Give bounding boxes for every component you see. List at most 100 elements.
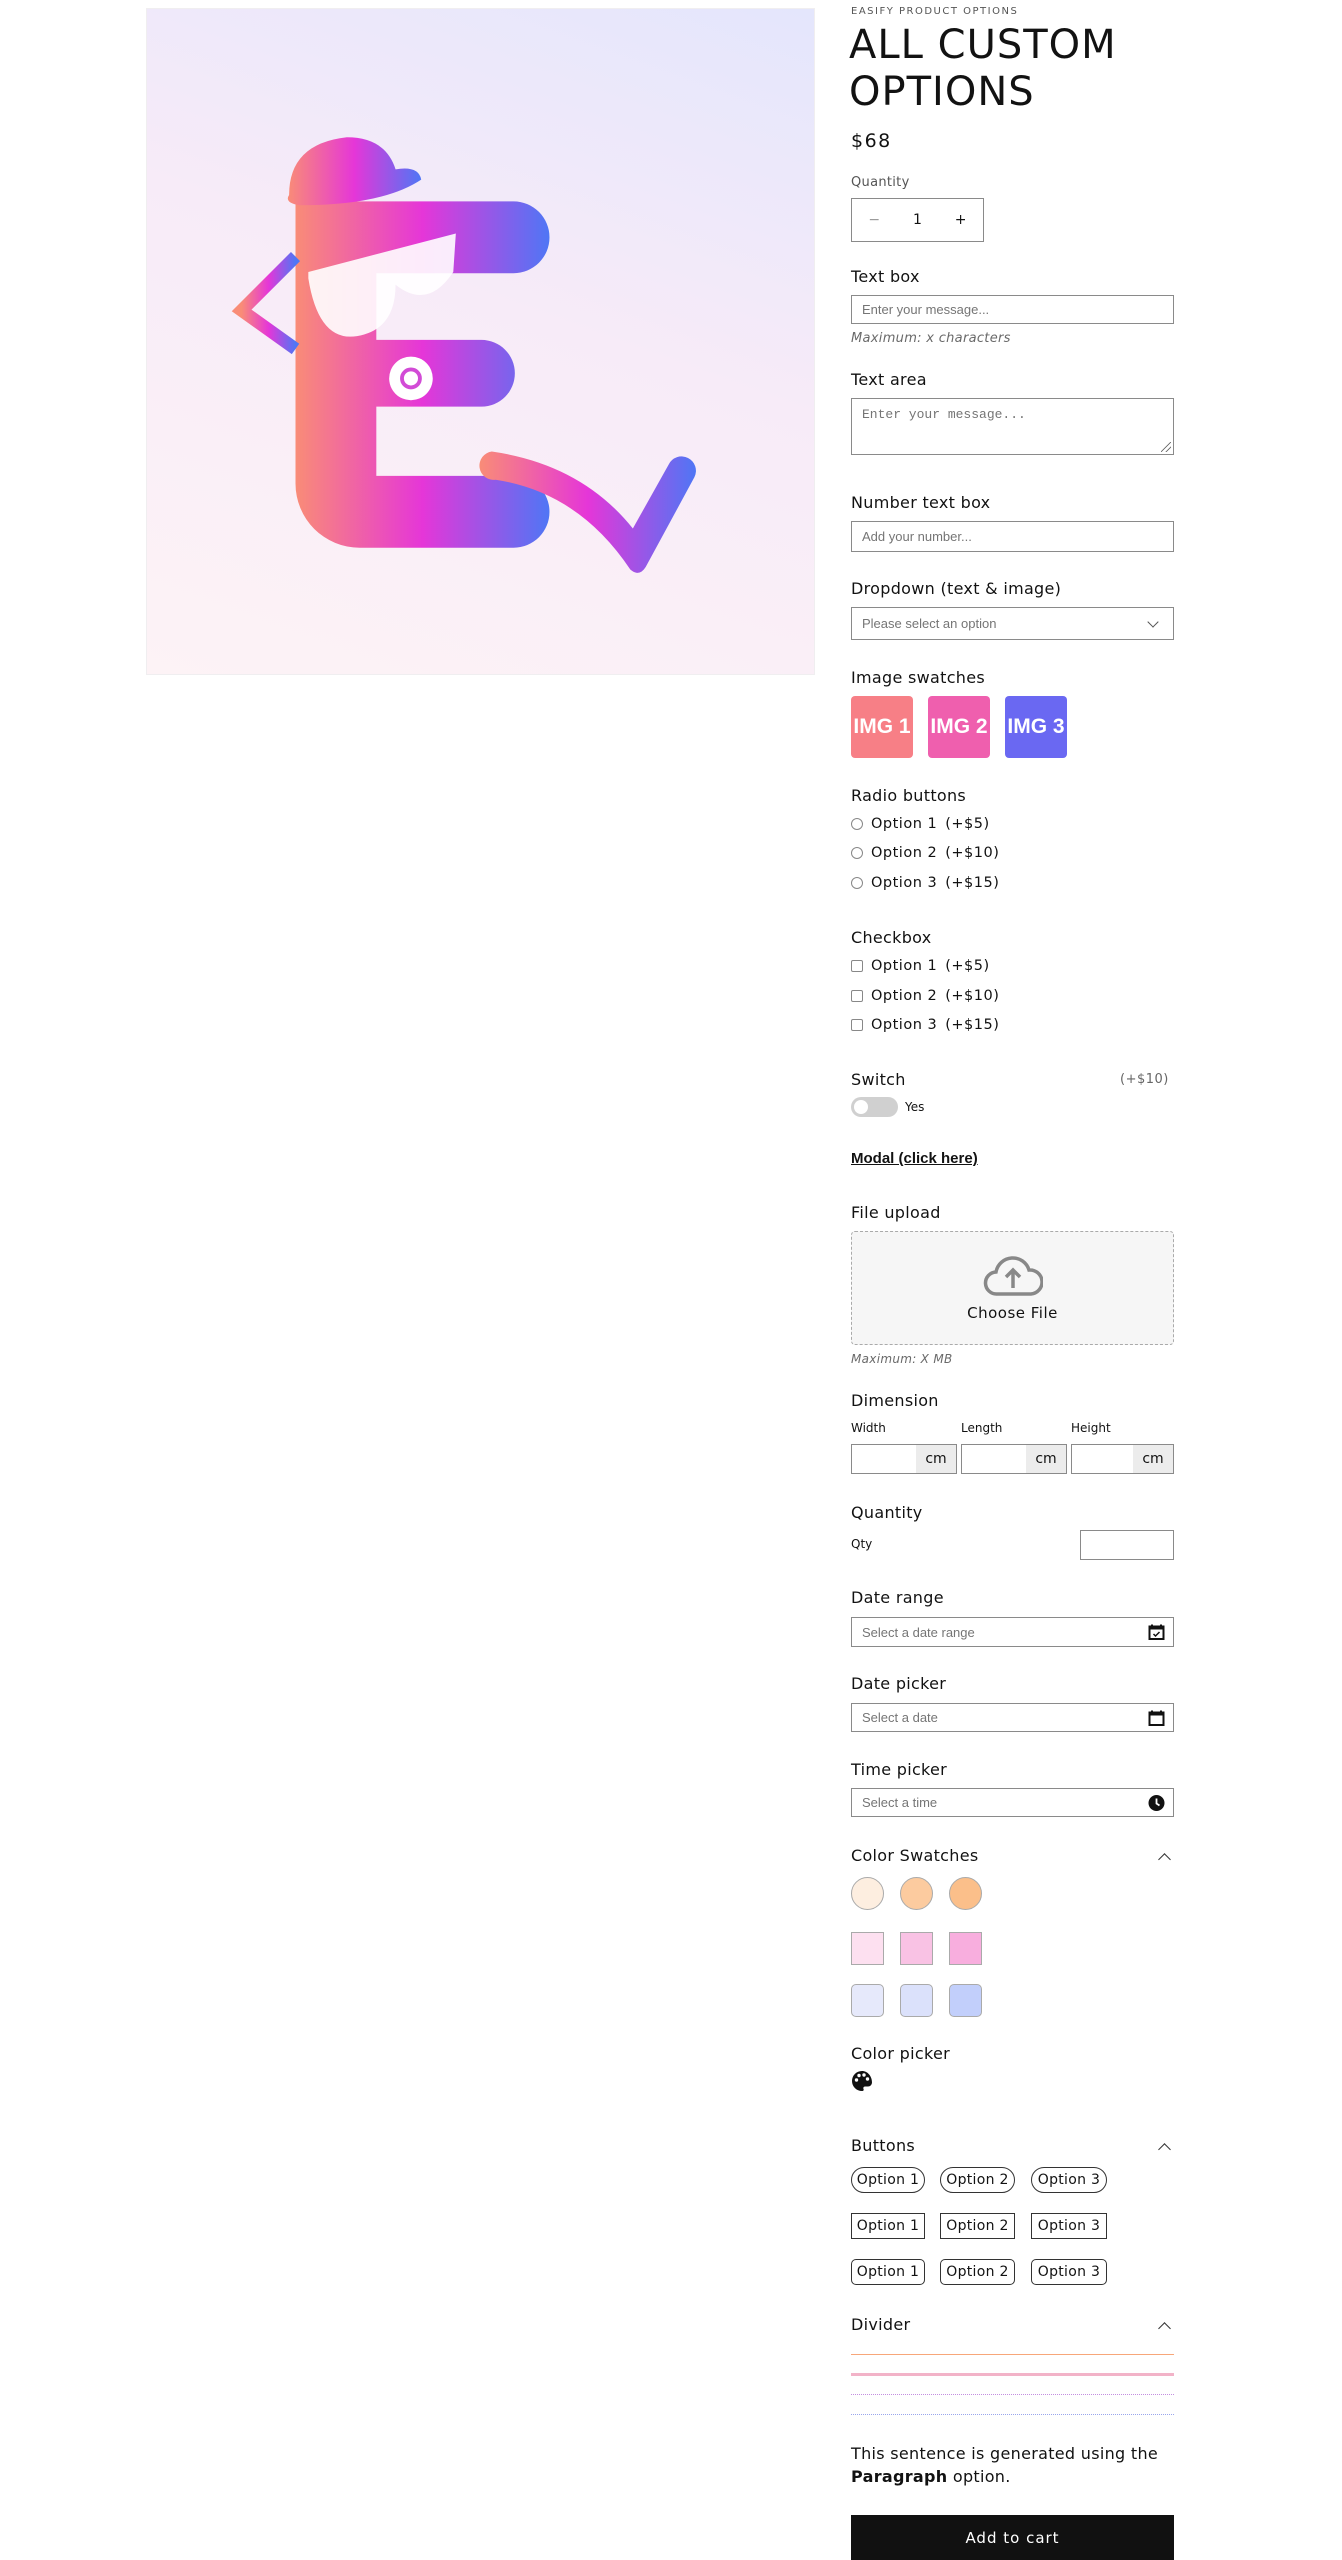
dropdown-label: Dropdown (text & image) bbox=[851, 579, 1062, 598]
product-image bbox=[146, 8, 815, 675]
checkbox-option[interactable]: Option 3 (+$15) bbox=[851, 1017, 999, 1033]
color-swatch[interactable] bbox=[900, 1932, 933, 1965]
radio-input[interactable] bbox=[851, 877, 863, 889]
qty-sublabel: Qty bbox=[851, 1537, 873, 1551]
resize-handle-icon[interactable] bbox=[1161, 442, 1171, 452]
calendar-check-icon[interactable] bbox=[1148, 1624, 1165, 1641]
width-label: Width bbox=[851, 1421, 886, 1435]
image-swatch[interactable]: IMG 2 bbox=[928, 696, 990, 758]
checkbox-input[interactable] bbox=[851, 1019, 863, 1031]
quantity-value[interactable]: 1 bbox=[913, 212, 922, 228]
product-title: ALL CUSTOM OPTIONS bbox=[849, 22, 1117, 116]
switch-toggle[interactable] bbox=[851, 1097, 898, 1117]
radio-option[interactable]: Option 1 (+$5) bbox=[851, 816, 990, 832]
option-price: (+$5) bbox=[945, 816, 990, 832]
color-picker-label: Color picker bbox=[851, 2044, 950, 2063]
option-button[interactable]: Option 3 bbox=[1031, 2213, 1107, 2239]
number-input[interactable]: Add your number... bbox=[851, 521, 1174, 552]
option-label: Option 2 bbox=[871, 988, 938, 1004]
color-swatch[interactable] bbox=[949, 1932, 982, 1965]
file-upload-hint: Maximum: X MB bbox=[851, 1352, 953, 1366]
option-label: Option 1 bbox=[871, 816, 938, 832]
chevron-up-icon[interactable] bbox=[1158, 2322, 1171, 2335]
radio-input[interactable] bbox=[851, 847, 863, 859]
option-button[interactable]: Option 2 bbox=[940, 2259, 1015, 2285]
option-button[interactable]: Option 3 bbox=[1031, 2259, 1107, 2285]
color-swatch[interactable] bbox=[949, 1984, 982, 2017]
option-button[interactable]: Option 3 bbox=[1031, 2167, 1107, 2193]
switch-text: Yes bbox=[905, 1100, 925, 1114]
option-label: Option 1 bbox=[871, 958, 938, 974]
quantity-stepper: − 1 + bbox=[851, 198, 984, 242]
color-swatch[interactable] bbox=[949, 1877, 982, 1910]
dropdown-select[interactable]: Please select an option bbox=[851, 607, 1174, 640]
text-area-input[interactable]: Enter your message... bbox=[851, 398, 1174, 455]
divider-dotted-blue bbox=[851, 2414, 1174, 2415]
width-input[interactable]: cm bbox=[851, 1444, 957, 1474]
checkbox-input[interactable] bbox=[851, 990, 863, 1002]
decrease-button[interactable]: − bbox=[868, 212, 880, 228]
color-swatches-label: Color Swatches bbox=[851, 1846, 979, 1865]
image-swatch[interactable]: IMG 1 bbox=[851, 696, 913, 758]
clock-icon[interactable] bbox=[1148, 1794, 1165, 1811]
color-swatch[interactable] bbox=[900, 1877, 933, 1910]
calendar-icon[interactable] bbox=[1148, 1709, 1165, 1726]
dropdown-value: Please select an option bbox=[862, 616, 997, 631]
color-swatch[interactable] bbox=[900, 1984, 933, 2017]
switch-label: Switch bbox=[851, 1070, 906, 1089]
checkbox-option[interactable]: Option 1 (+$5) bbox=[851, 958, 990, 974]
option-label: Option 2 bbox=[871, 845, 938, 861]
length-label: Length bbox=[961, 1421, 1003, 1435]
radio-label: Radio buttons bbox=[851, 786, 967, 805]
checkbox-option[interactable]: Option 2 (+$10) bbox=[851, 988, 999, 1004]
chevron-up-icon[interactable] bbox=[1158, 2143, 1171, 2156]
cloud-upload-icon bbox=[983, 1256, 1043, 1296]
unit-label: cm bbox=[916, 1445, 956, 1473]
file-upload-dropzone[interactable]: Choose File bbox=[851, 1231, 1174, 1345]
option-button[interactable]: Option 2 bbox=[940, 2167, 1015, 2193]
chevron-up-icon[interactable] bbox=[1158, 1853, 1171, 1866]
paragraph-part: option. bbox=[952, 2467, 1011, 2486]
color-swatch[interactable] bbox=[851, 1877, 884, 1910]
increase-button[interactable]: + bbox=[955, 212, 967, 228]
image-swatch[interactable]: IMG 3 bbox=[1005, 696, 1067, 758]
title-line: ALL CUSTOM bbox=[849, 22, 1117, 68]
qty-input[interactable] bbox=[1080, 1530, 1174, 1560]
choose-file-button[interactable]: Choose File bbox=[967, 1304, 1058, 1322]
palette-icon[interactable] bbox=[851, 2070, 873, 2092]
placeholder: Select a time bbox=[862, 1795, 938, 1810]
chevron-down-icon bbox=[1147, 615, 1159, 628]
checkbox-input[interactable] bbox=[851, 960, 863, 972]
option-label: Option 3 bbox=[871, 1017, 938, 1033]
option-label: Option 3 bbox=[871, 875, 938, 891]
text-box-input[interactable]: Enter your message... bbox=[851, 295, 1174, 324]
option-price: (+$15) bbox=[945, 1017, 1000, 1033]
option-button[interactable]: Option 1 bbox=[851, 2259, 925, 2285]
easify-logo bbox=[231, 137, 696, 573]
price: $68 bbox=[851, 130, 892, 152]
option-button[interactable]: Option 1 bbox=[851, 2213, 925, 2239]
modal-link[interactable]: Modal (click here) bbox=[851, 1150, 978, 1167]
placeholder: Select a date bbox=[862, 1710, 938, 1725]
time-picker-input[interactable]: Select a time bbox=[851, 1788, 1174, 1817]
color-swatch[interactable] bbox=[851, 1984, 884, 2017]
divider-label: Divider bbox=[851, 2315, 911, 2334]
quantity2-label: Quantity bbox=[851, 1503, 923, 1522]
paragraph-part: This sentence is generated using the bbox=[851, 2444, 1159, 2463]
date-range-input[interactable]: Select a date range bbox=[851, 1617, 1174, 1647]
option-button[interactable]: Option 2 bbox=[940, 2213, 1015, 2239]
option-button[interactable]: Option 1 bbox=[851, 2167, 925, 2193]
length-input[interactable]: cm bbox=[961, 1444, 1067, 1474]
color-swatch[interactable] bbox=[851, 1932, 884, 1965]
text-box-hint: Maximum: x characters bbox=[851, 331, 1011, 346]
add-to-cart-button[interactable]: Add to cart bbox=[851, 2515, 1174, 2560]
date-picker-input[interactable]: Select a date bbox=[851, 1703, 1174, 1732]
number-box-label: Number text box bbox=[851, 493, 991, 512]
radio-option[interactable]: Option 2 (+$10) bbox=[851, 845, 999, 861]
option-price: (+$10) bbox=[945, 845, 1000, 861]
unit-label: cm bbox=[1026, 1445, 1066, 1473]
radio-input[interactable] bbox=[851, 818, 863, 830]
checkbox-label: Checkbox bbox=[851, 928, 932, 947]
height-input[interactable]: cm bbox=[1071, 1444, 1174, 1474]
radio-option[interactable]: Option 3 (+$15) bbox=[851, 875, 999, 891]
